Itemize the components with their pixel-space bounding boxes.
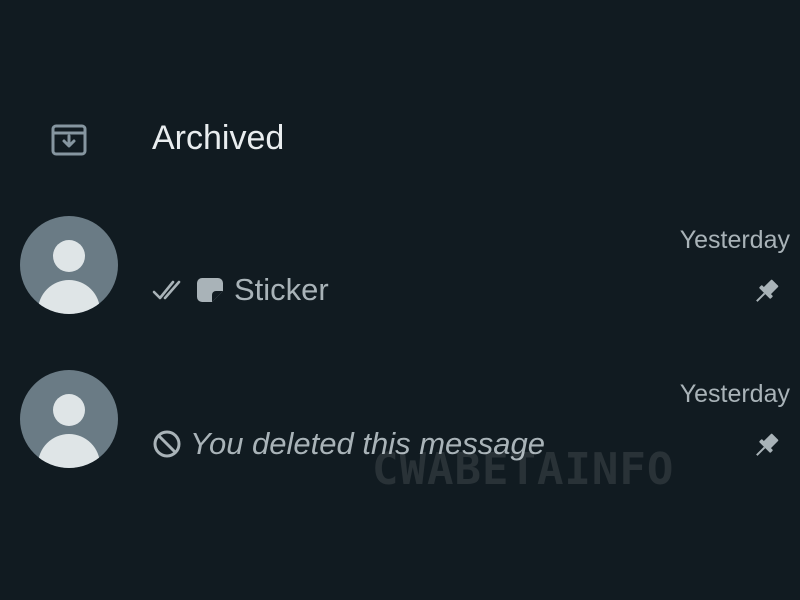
pin-icon (756, 279, 779, 302)
avatar[interactable] (20, 370, 118, 468)
chat-list-screen: Archived Yesterday Sticker Yesterday You… (0, 0, 800, 600)
chat-timestamp: Yesterday (679, 226, 790, 254)
avatar-head (53, 394, 85, 426)
avatar-body (38, 434, 100, 468)
archive-icon (51, 124, 87, 156)
deleted-icon (153, 430, 181, 458)
archived-row[interactable]: Archived (0, 96, 800, 182)
chat-list-item[interactable]: Yesterday Sticker (0, 208, 800, 328)
watermark: CWABETAINFO (372, 444, 675, 495)
avatar[interactable] (20, 216, 118, 314)
chat-preview: Sticker (152, 270, 329, 310)
archived-label: Archived (152, 119, 285, 157)
sticker-icon (197, 278, 223, 302)
avatar-head (53, 240, 85, 272)
preview-text: Sticker (234, 272, 329, 307)
double-check-icon (152, 280, 181, 300)
avatar-body (38, 280, 100, 314)
chat-timestamp: Yesterday (679, 380, 790, 408)
pin-icon (756, 433, 779, 456)
